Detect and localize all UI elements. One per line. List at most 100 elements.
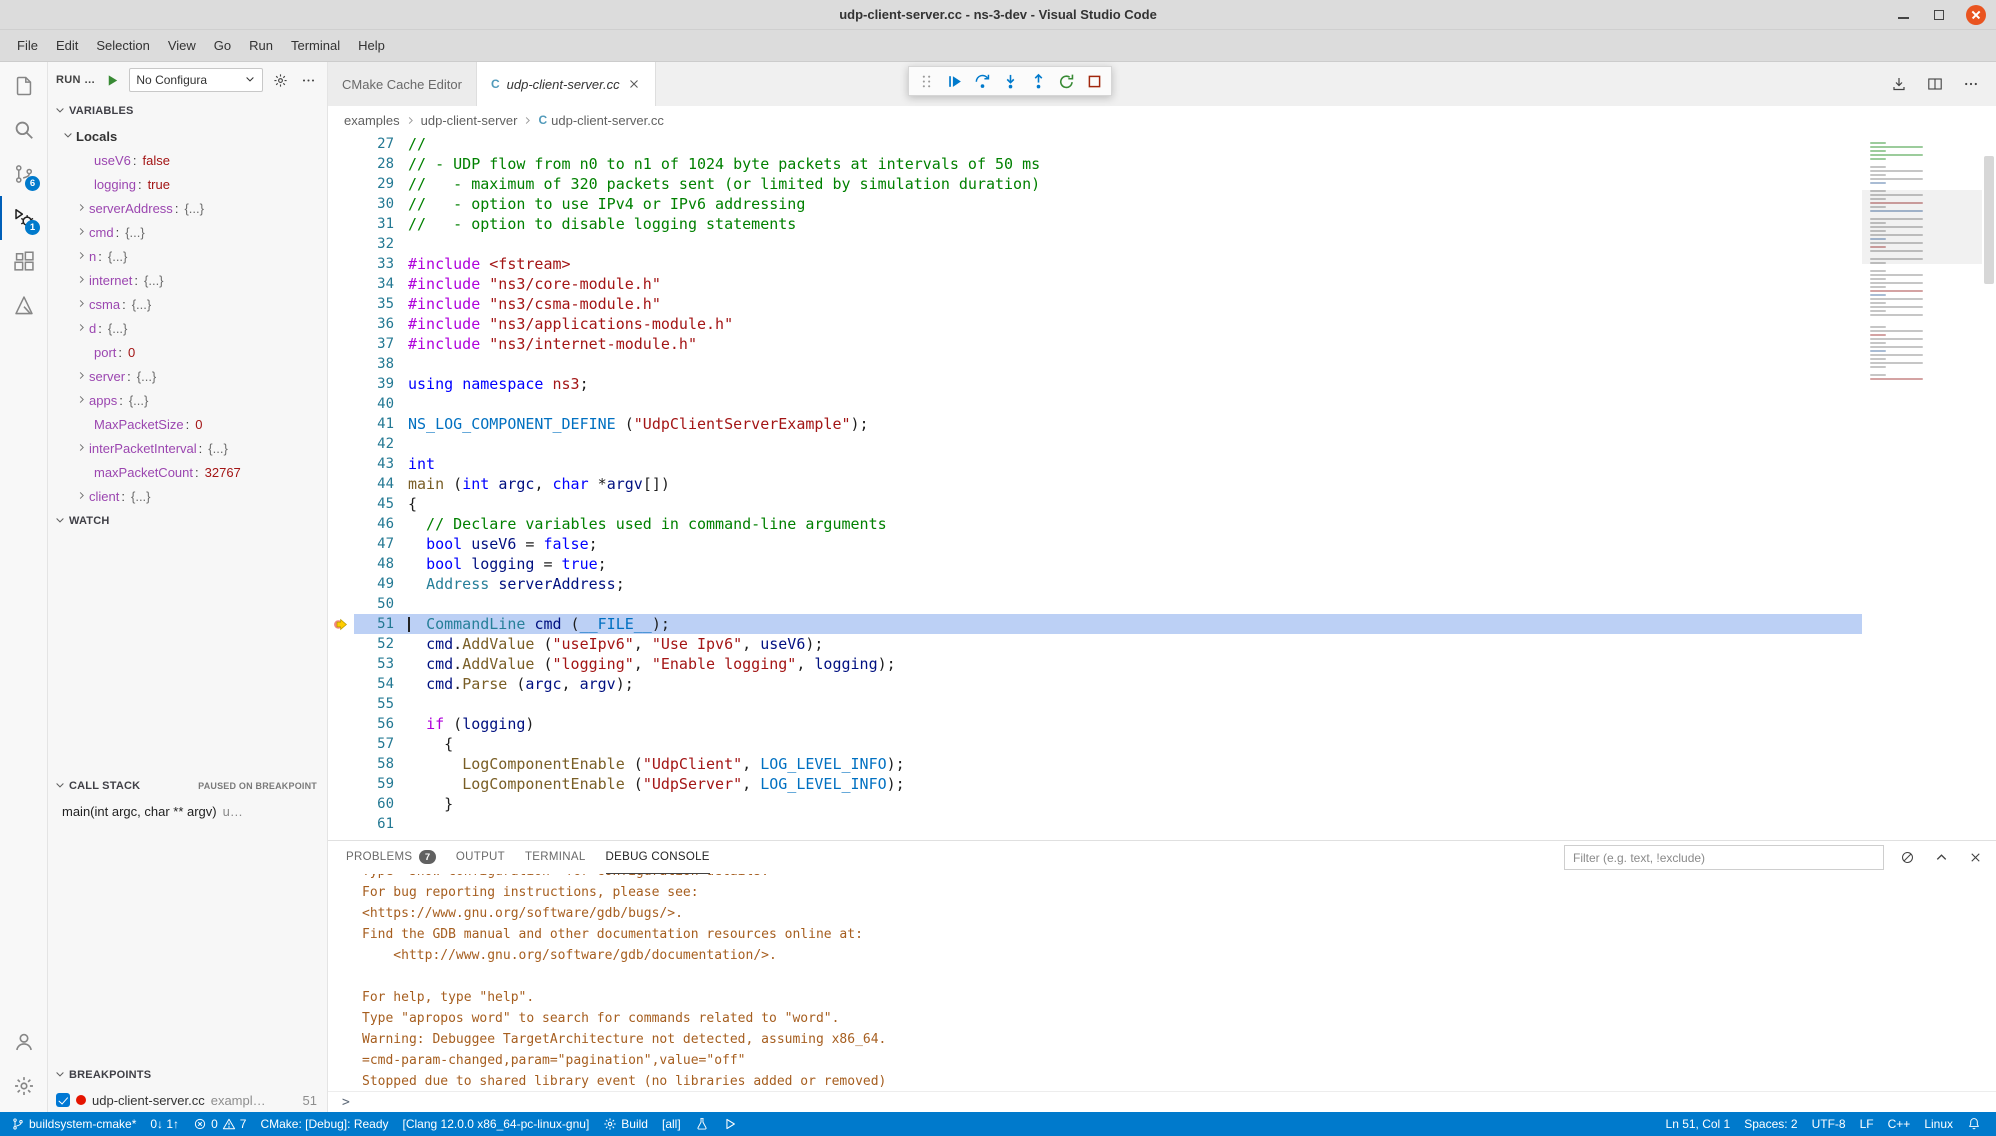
gutter[interactable] xyxy=(328,434,354,454)
breadcrumb-item[interactable]: udp-client-server xyxy=(421,113,518,128)
gutter[interactable] xyxy=(328,214,354,234)
code-line-49[interactable]: 49 Address serverAddress; xyxy=(328,574,1862,594)
panel-tab-output[interactable]: OUTPUT xyxy=(456,841,505,874)
code-line-34[interactable]: 34#include "ns3/core-module.h" xyxy=(328,274,1862,294)
status-cursor-position[interactable]: Ln 51, Col 1 xyxy=(1659,1112,1738,1136)
locals-scope-row[interactable]: Locals xyxy=(48,124,327,148)
code-line-58[interactable]: 58 LogComponentEnable ("UdpClient", LOG_… xyxy=(328,754,1862,774)
gutter[interactable] xyxy=(328,574,354,594)
gutter[interactable] xyxy=(328,514,354,534)
gutter[interactable] xyxy=(328,454,354,474)
menu-selection[interactable]: Selection xyxy=(87,34,158,57)
variable-row-MaxPacketSize[interactable]: MaxPacketSize:0 xyxy=(48,412,327,436)
code-line-61[interactable]: 61 xyxy=(328,814,1862,834)
gutter[interactable] xyxy=(328,234,354,254)
breakpoints-section-header[interactable]: BREAKPOINTS xyxy=(48,1062,327,1088)
maximize-panel-icon[interactable] xyxy=(1930,847,1952,869)
gutter[interactable] xyxy=(328,294,354,314)
editor-action-split-icon[interactable] xyxy=(1924,73,1946,95)
gutter[interactable] xyxy=(328,754,354,774)
breadcrumb-item[interactable]: examples xyxy=(344,113,400,128)
breadcrumb-item[interactable]: Cudp-client-server.cc xyxy=(538,113,663,128)
start-debug-button[interactable] xyxy=(101,69,123,91)
panel-tab-problems[interactable]: PROBLEMS7 xyxy=(346,841,436,874)
minimap-viewport[interactable] xyxy=(1862,190,1982,264)
variable-row-maxPacketCount[interactable]: maxPacketCount:32767 xyxy=(48,460,327,484)
gutter[interactable] xyxy=(328,174,354,194)
debug-settings-gear-icon[interactable] xyxy=(269,69,291,91)
status-git-sync[interactable]: 0↓ 1↑ xyxy=(143,1112,186,1136)
editor-action-download-icon[interactable] xyxy=(1888,73,1910,95)
status-problems[interactable]: 07 xyxy=(186,1112,253,1136)
toolbar-grip-handle[interactable] xyxy=(913,69,939,93)
menu-terminal[interactable]: Terminal xyxy=(282,34,349,57)
minimize-button[interactable] xyxy=(1894,6,1912,24)
status-os[interactable]: Linux xyxy=(1917,1112,1960,1136)
gutter[interactable] xyxy=(328,134,354,154)
scrollbar-thumb[interactable] xyxy=(1984,156,1994,284)
code-line-30[interactable]: 30// - option to use IPv4 or IPv6 addres… xyxy=(328,194,1862,214)
gutter[interactable] xyxy=(328,714,354,734)
code-line-55[interactable]: 55 xyxy=(328,694,1862,714)
code-line-37[interactable]: 37#include "ns3/internet-module.h" xyxy=(328,334,1862,354)
status-eol[interactable]: LF xyxy=(1853,1112,1881,1136)
status-cmake-build[interactable]: Build xyxy=(596,1112,655,1136)
status-encoding[interactable]: UTF-8 xyxy=(1805,1112,1853,1136)
activity-settings[interactable] xyxy=(0,1064,47,1108)
close-button[interactable] xyxy=(1966,5,1986,25)
current-stack-frame-icon[interactable] xyxy=(328,614,354,634)
variable-row-server[interactable]: server:{...} xyxy=(48,364,327,388)
code-line-48[interactable]: 48 bool logging = true; xyxy=(328,554,1862,574)
gutter[interactable] xyxy=(328,734,354,754)
code-line-44[interactable]: 44main (int argc, char *argv[]) xyxy=(328,474,1862,494)
status-notifications[interactable] xyxy=(1960,1112,1988,1136)
close-panel-icon[interactable] xyxy=(1964,847,1986,869)
breakpoint-checkbox[interactable] xyxy=(56,1093,70,1107)
variable-row-port[interactable]: port:0 xyxy=(48,340,327,364)
debug-config-dropdown[interactable]: No Configura xyxy=(129,68,263,92)
status-launch[interactable] xyxy=(716,1112,744,1136)
restart-button[interactable] xyxy=(1053,69,1079,93)
menu-file[interactable]: File xyxy=(8,34,47,57)
code-line-42[interactable]: 42 xyxy=(328,434,1862,454)
code-line-39[interactable]: 39using namespace ns3; xyxy=(328,374,1862,394)
gutter[interactable] xyxy=(328,774,354,794)
code-line-33[interactable]: 33#include <fstream> xyxy=(328,254,1862,274)
activity-source-control[interactable]: 6 xyxy=(0,152,47,196)
tab-cmake-cache-editor[interactable]: CMake Cache Editor xyxy=(328,62,477,106)
code-line-36[interactable]: 36#include "ns3/applications-module.h" xyxy=(328,314,1862,334)
code-line-32[interactable]: 32 xyxy=(328,234,1862,254)
variable-row-cmd[interactable]: cmd:{...} xyxy=(48,220,327,244)
editor-scrollbar[interactable] xyxy=(1982,134,1996,840)
status-git-branch[interactable]: buildsystem-cmake* xyxy=(4,1112,143,1136)
variables-section-header[interactable]: VARIABLES xyxy=(48,98,327,124)
code-line-46[interactable]: 46 // Declare variables used in command-… xyxy=(328,514,1862,534)
code-line-41[interactable]: 41NS_LOG_COMPONENT_DEFINE ("UdpClientSer… xyxy=(328,414,1862,434)
code-line-38[interactable]: 38 xyxy=(328,354,1862,374)
maximize-button[interactable] xyxy=(1930,6,1948,24)
code-line-35[interactable]: 35#include "ns3/csma-module.h" xyxy=(328,294,1862,314)
gutter[interactable] xyxy=(328,414,354,434)
console-filter-input[interactable] xyxy=(1564,845,1884,870)
variable-row-d[interactable]: d:{...} xyxy=(48,316,327,340)
variable-row-client[interactable]: client:{...} xyxy=(48,484,327,508)
menu-help[interactable]: Help xyxy=(349,34,394,57)
code-line-54[interactable]: 54 cmd.Parse (argc, argv); xyxy=(328,674,1862,694)
gutter[interactable] xyxy=(328,374,354,394)
gutter[interactable] xyxy=(328,534,354,554)
gutter[interactable] xyxy=(328,634,354,654)
code-line-27[interactable]: 27// xyxy=(328,134,1862,154)
gutter[interactable] xyxy=(328,674,354,694)
status-indentation[interactable]: Spaces: 2 xyxy=(1737,1112,1804,1136)
gutter[interactable] xyxy=(328,814,354,834)
menu-edit[interactable]: Edit xyxy=(47,34,87,57)
activity-search[interactable] xyxy=(0,108,47,152)
gutter[interactable] xyxy=(328,554,354,574)
stack-frame-row[interactable]: main(int argc, char ** argv)u… xyxy=(48,799,327,823)
gutter[interactable] xyxy=(328,694,354,714)
gutter[interactable] xyxy=(328,154,354,174)
activity-explorer[interactable] xyxy=(0,64,47,108)
step-over-button[interactable] xyxy=(969,69,995,93)
variable-row-internet[interactable]: internet:{...} xyxy=(48,268,327,292)
gutter[interactable] xyxy=(328,494,354,514)
